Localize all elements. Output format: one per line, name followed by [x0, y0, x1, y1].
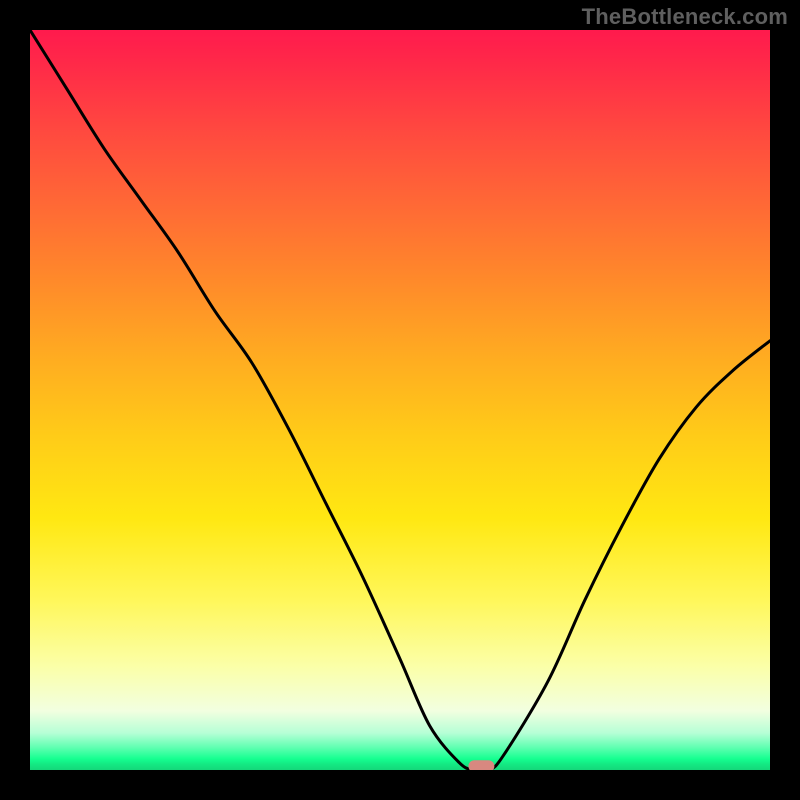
chart-frame: TheBottleneck.com	[0, 0, 800, 800]
plot-area	[30, 30, 770, 770]
curve-svg	[30, 30, 770, 770]
optimal-marker	[468, 760, 494, 770]
watermark-text: TheBottleneck.com	[582, 4, 788, 30]
bottleneck-curve	[30, 30, 770, 770]
